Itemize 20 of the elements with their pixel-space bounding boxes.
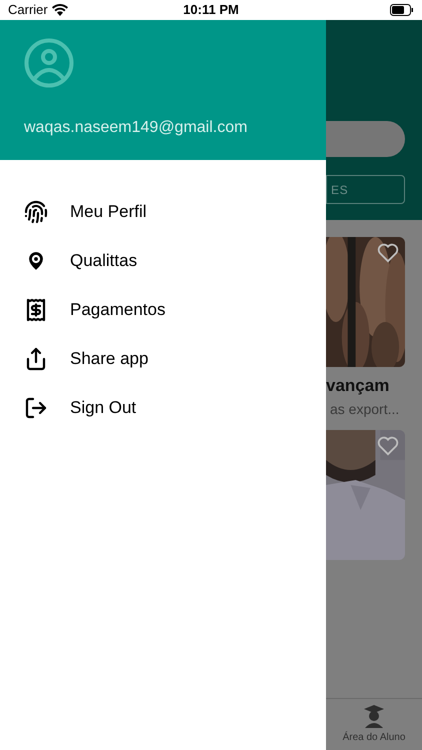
menu-item[interactable]: Sign Out (0, 383, 326, 432)
fingerprint-icon (24, 200, 48, 224)
heart-icon[interactable] (377, 243, 399, 263)
sign-out-icon (24, 396, 48, 420)
menu-item[interactable]: Share app (0, 334, 326, 383)
card-title: vançam (326, 375, 390, 397)
menu-item[interactable]: Meu Perfil (0, 187, 326, 236)
carrier-label: Carrier (8, 1, 48, 20)
clock-label: 10:11 PM (183, 1, 239, 20)
share-icon (24, 346, 48, 370)
wifi-icon (52, 4, 68, 16)
graduate-icon (363, 704, 385, 728)
menu-item[interactable]: Pagamentos (0, 285, 326, 334)
user-email: waqas.naseem149@gmail.com (24, 118, 248, 138)
avatar-icon (24, 38, 74, 88)
menu-item[interactable]: Qualittas (0, 236, 326, 285)
battery-icon (390, 4, 414, 16)
search-field[interactable] (326, 121, 405, 157)
receipt-icon (24, 298, 48, 322)
card-subtitle: as export... (329, 400, 400, 419)
